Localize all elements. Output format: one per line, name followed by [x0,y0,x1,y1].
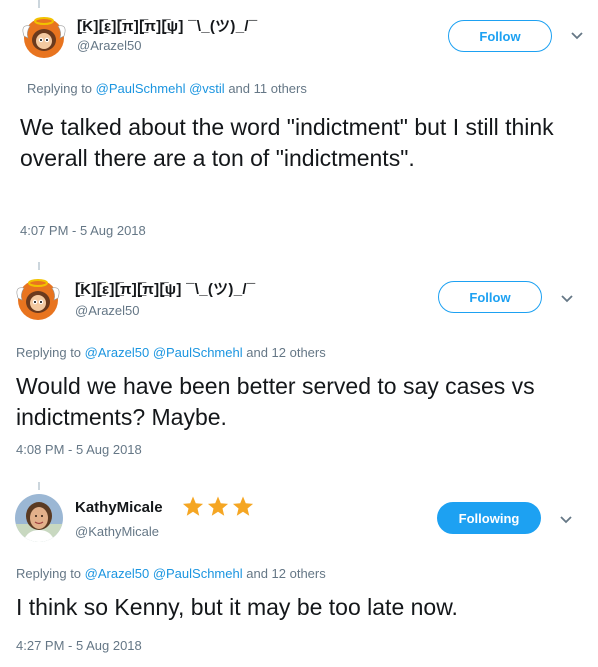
reply-suffix[interactable]: and 12 others [246,345,326,360]
tweet: [̲̅K][̲̅ε][̲̅π][̲̅π][̲̅ψ] ¯\_(ツ)_/¯ @Ara… [0,0,598,260]
tweet: [̲̅K][̲̅ε][̲̅π][̲̅π][̲̅ψ] ¯\_(ツ)_/¯ @Ara… [0,262,598,472]
user-handle[interactable]: @Arazel50 [75,303,140,318]
tweet-text: I think so Kenny, but it may be too late… [16,594,458,620]
replying-to: Replying to @PaulSchmehl @vstil and 11 o… [27,81,307,96]
kenny-avatar-icon[interactable] [20,12,68,60]
following-button[interactable]: Following [437,502,541,534]
chevron-down-icon[interactable] [559,513,573,527]
timestamp[interactable]: 4:07 PM - 5 Aug 2018 [20,223,146,238]
mention-link[interactable]: @Arazel50 [85,345,150,360]
timestamp[interactable]: 4:27 PM - 5 Aug 2018 [16,638,142,653]
chevron-down-icon[interactable] [560,292,574,306]
mention-link[interactable]: @Arazel50 [85,566,150,581]
mention-link[interactable]: @PaulSchmehl [153,566,243,581]
reply-prefix: Replying to [16,566,82,581]
star-icons [181,495,255,518]
replying-to: Replying to @Arazel50 @PaulSchmehl and 1… [16,566,326,581]
reply-prefix: Replying to [27,81,93,96]
mention-link[interactable]: @vstil [189,81,225,96]
kathy-avatar-icon[interactable] [15,494,63,542]
mention-link[interactable]: @PaulSchmehl [153,345,243,360]
star-icon [232,496,254,516]
tweet-text: We talked about the word "indictment" bu… [20,114,554,171]
replying-to: Replying to @Arazel50 @PaulSchmehl and 1… [16,345,326,360]
kenny-avatar-icon[interactable] [14,274,62,322]
timestamp[interactable]: 4:08 PM - 5 Aug 2018 [16,442,142,457]
reply-suffix[interactable]: and 12 others [246,566,326,581]
star-icon [207,496,229,516]
display-name[interactable]: [̲̅K][̲̅ε][̲̅π][̲̅π][̲̅ψ] ¯\_(ツ)_/¯ [77,15,257,36]
star-icon [182,496,204,516]
follow-button[interactable]: Follow [448,20,552,52]
user-handle[interactable]: @Arazel50 [77,38,142,53]
reply-prefix: Replying to [16,345,82,360]
display-name[interactable]: KathyMicale [75,499,163,516]
user-handle[interactable]: @KathyMicale [75,524,159,539]
display-name[interactable]: [̲̅K][̲̅ε][̲̅π][̲̅π][̲̅ψ] ¯\_(ツ)_/¯ [75,278,255,299]
reply-suffix[interactable]: and 11 others [228,81,307,96]
tweet-text: Would we have been better served to say … [16,373,535,430]
chevron-down-icon[interactable] [570,29,584,43]
tweet: KathyMicale @KathyMicale Following Reply… [0,482,598,667]
mention-link[interactable]: @PaulSchmehl [96,81,186,96]
follow-button[interactable]: Follow [438,281,542,313]
